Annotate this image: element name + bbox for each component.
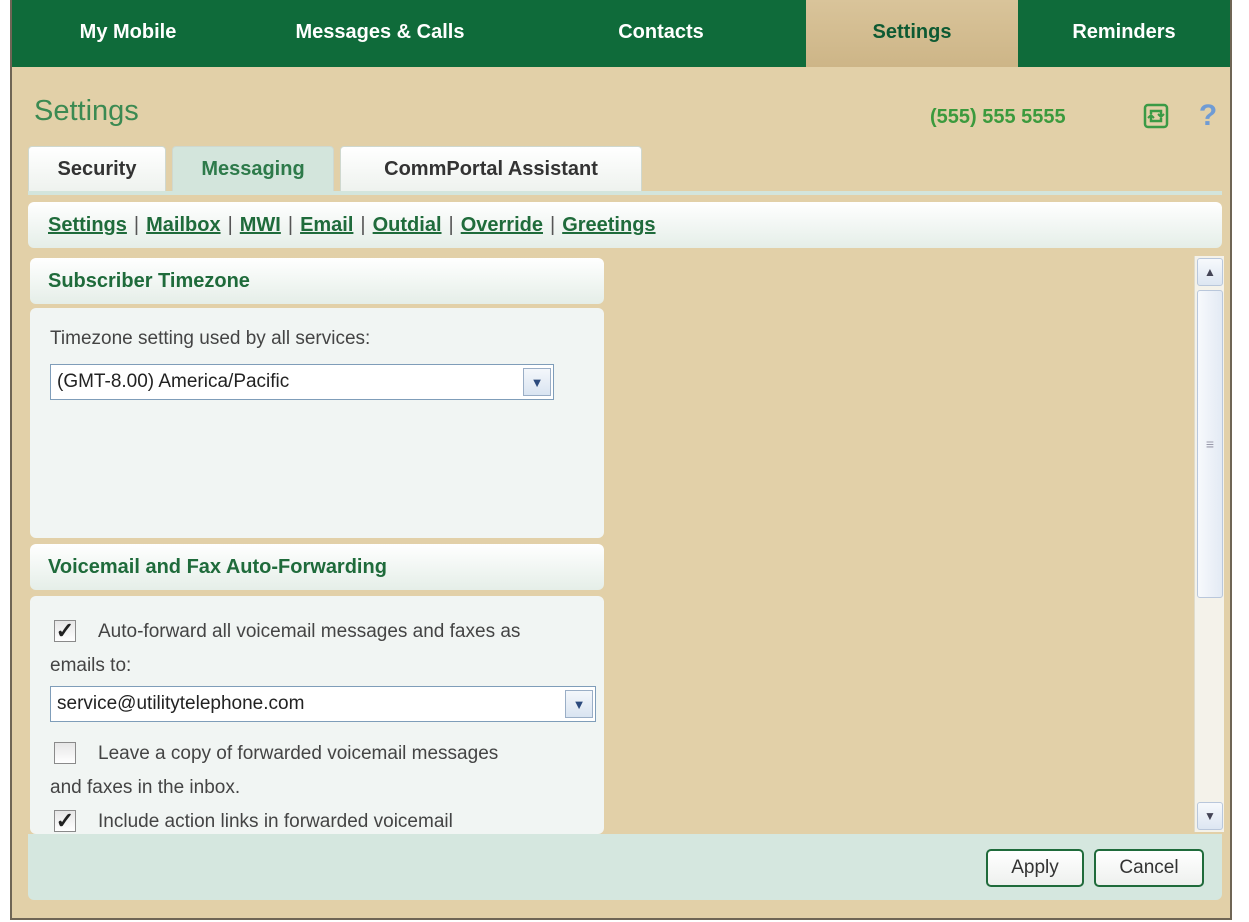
link-override[interactable]: Override <box>461 214 543 237</box>
scroll-up-icon[interactable]: ▲ <box>1197 258 1223 286</box>
page-title: Settings <box>34 95 139 127</box>
check-icon: ✓ <box>55 808 75 833</box>
timezone-label: Timezone setting used by all services: <box>50 328 371 349</box>
forwarding-section-body: ✓ Auto-forward all voicemail messages an… <box>30 596 604 834</box>
leave-copy-checkbox[interactable] <box>54 742 76 764</box>
footer-bar: Apply Cancel <box>28 834 1222 900</box>
subtab-underline <box>28 191 1222 195</box>
scrollbar-thumb[interactable]: ≡ <box>1197 290 1223 598</box>
top-nav: My Mobile Messages & Calls Contacts Sett… <box>12 0 1230 67</box>
app-frame: My Mobile Messages & Calls Contacts Sett… <box>10 0 1232 920</box>
help-icon[interactable]: ? <box>1192 99 1224 132</box>
link-settings[interactable]: Settings <box>48 214 127 237</box>
nav-tab-settings[interactable]: Settings <box>806 0 1018 67</box>
link-outdial[interactable]: Outdial <box>373 214 442 237</box>
timezone-section-body: Timezone setting used by all services: (… <box>30 308 604 538</box>
refresh-icon[interactable] <box>1140 100 1172 132</box>
timezone-select-value: (GMT-8.00) America/Pacific <box>57 371 290 392</box>
link-separator: | <box>360 213 366 236</box>
auto-forward-label-line1: Auto-forward all voicemail messages and … <box>98 621 521 642</box>
apply-button[interactable]: Apply <box>986 849 1084 887</box>
vertical-scrollbar[interactable]: ▲ ≡ ▼ <box>1194 256 1224 832</box>
forwarding-section-header: Voicemail and Fax Auto-Forwarding <box>30 544 604 590</box>
nav-tab-reminders[interactable]: Reminders <box>1018 0 1230 67</box>
nav-tab-contacts[interactable]: Contacts <box>516 0 806 67</box>
nav-tab-my-mobile[interactable]: My Mobile <box>12 0 244 67</box>
tab-commportal-assistant[interactable]: CommPortal Assistant <box>340 146 642 192</box>
auto-forward-label-line2: emails to: <box>50 655 132 676</box>
link-separator: | <box>448 213 454 236</box>
link-mwi[interactable]: MWI <box>240 214 281 237</box>
link-separator: | <box>133 213 140 236</box>
scroll-down-icon[interactable]: ▼ <box>1197 802 1223 830</box>
forward-email-select[interactable]: service@utilitytelephone.com ▼ <box>50 686 596 722</box>
link-separator: | <box>227 213 233 236</box>
leave-copy-label-line2: and faxes in the inbox. <box>50 777 241 798</box>
check-icon: ✓ <box>55 618 75 643</box>
link-greetings[interactable]: Greetings <box>562 214 655 237</box>
link-separator: | <box>549 213 556 236</box>
link-email[interactable]: Email <box>300 214 353 237</box>
link-separator: | <box>287 213 294 236</box>
action-links-checkbox[interactable]: ✓ <box>54 810 76 832</box>
action-links-label-line1: Include action links in forwarded voicem… <box>98 811 453 832</box>
cancel-button[interactable]: Cancel <box>1094 849 1204 887</box>
auto-forward-checkbox[interactable]: ✓ <box>54 620 76 642</box>
timezone-select[interactable]: (GMT-8.00) America/Pacific ▼ <box>50 364 554 400</box>
subtab-bar: Security Messaging CommPortal Assistant <box>28 146 642 192</box>
phone-number: (555) 555 5555 <box>930 106 1066 128</box>
leave-copy-label-line1: Leave a copy of forwarded voicemail mess… <box>98 743 499 764</box>
forward-email-value: service@utilitytelephone.com <box>57 693 305 714</box>
link-mailbox[interactable]: Mailbox <box>146 214 220 237</box>
nav-tab-messages-calls[interactable]: Messages & Calls <box>244 0 516 67</box>
messaging-link-bar: Settings | Mailbox | MWI | Email | Outdi… <box>28 202 1222 248</box>
tab-security[interactable]: Security <box>28 146 166 192</box>
chevron-down-icon[interactable]: ▼ <box>523 368 551 396</box>
chevron-down-icon[interactable]: ▼ <box>565 690 593 718</box>
tab-messaging[interactable]: Messaging <box>172 146 334 192</box>
timezone-section-header: Subscriber Timezone <box>30 258 604 304</box>
